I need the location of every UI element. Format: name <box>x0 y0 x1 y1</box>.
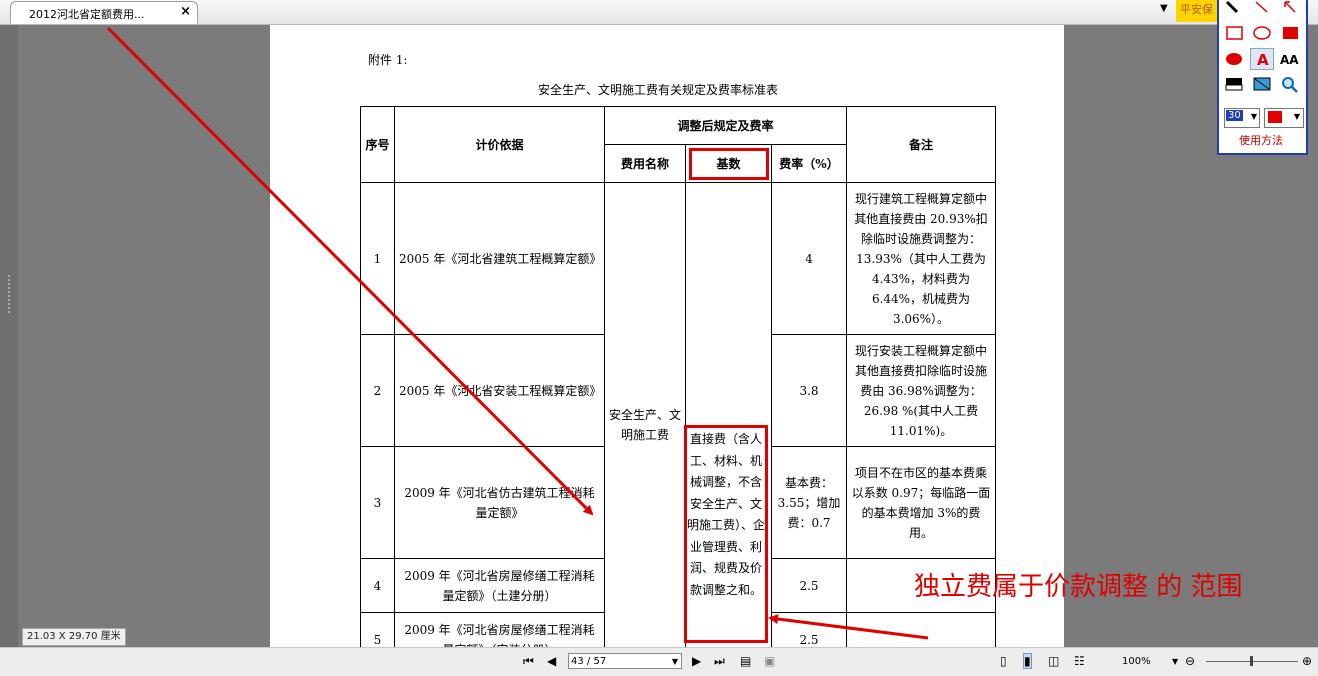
usage-link[interactable]: 使用方法 <box>1239 132 1283 148</box>
eraser-tool-icon[interactable] <box>1223 75 1245 95</box>
row-rate: 4 <box>771 182 847 335</box>
copy-page-icon[interactable]: ▣ <box>764 654 775 668</box>
color-swatch <box>1268 111 1282 123</box>
annotation-note: 独立费属于价款调整 的 范围 <box>914 572 1243 602</box>
row-basis: 2005 年《河北省建筑工程概算定额》 <box>394 182 605 335</box>
row-remark: 现行建筑工程概算定额中其他直接费由 20.93%扣除临时设施费调整为：13.93… <box>846 182 996 335</box>
last-page-icon[interactable]: ⏭ <box>714 654 725 669</box>
size-value: 30 <box>1226 110 1243 121</box>
screen-tool-icon[interactable] <box>1251 75 1273 95</box>
attachment-label: 附件 1: <box>368 53 408 67</box>
prev-page-icon[interactable]: ◀ <box>547 654 556 668</box>
pingan-banner[interactable]: 平安保 <box>1176 0 1222 22</box>
table-row: 1 2005 年《河北省建筑工程概算定额》 安全生产、文明施工费 4 现行建筑工… <box>360 182 996 667</box>
row-remark: 现行安装工程概算定额中其他直接费扣除临时设施费由 36.98%调整为： 26.9… <box>846 334 996 447</box>
document-tab[interactable]: 2012河北省定额费用... × <box>10 1 198 24</box>
header-fee-name: 费用名称 <box>604 144 686 183</box>
filled-ellipse-tool-icon[interactable] <box>1223 49 1245 69</box>
chevron-down-icon: ▼ <box>1250 112 1257 121</box>
text-size-tool-icon[interactable]: AA <box>1279 49 1301 69</box>
book-view-icon[interactable]: ☷ <box>1074 654 1085 668</box>
row-seq: 3 <box>360 446 395 559</box>
header-seq: 序号 <box>360 106 395 183</box>
zoom-slider-knob[interactable] <box>1250 656 1253 666</box>
first-page-icon[interactable]: ⏮ <box>523 654 534 669</box>
row-rate: 2.5 <box>771 558 847 613</box>
zoom-level[interactable]: 100% <box>1122 656 1151 667</box>
left-panel-strip[interactable] <box>0 25 18 647</box>
filled-rectangle-tool-icon[interactable] <box>1279 23 1301 43</box>
page-number-select[interactable]: 43 / 57 ▼ <box>568 653 682 669</box>
pen-tool-icon[interactable] <box>1223 0 1245 20</box>
page-indicator: 43 / 57 <box>571 656 607 667</box>
status-bar: ⏮ ◀ 43 / 57 ▼ ▶ ⏭ ▤ ▣ ▯ ▮ ◫ ☷ 100% ▼ ⊖ ⊕ <box>0 647 1318 676</box>
zoom-in-icon[interactable]: ⊕ <box>1302 654 1312 668</box>
next-page-icon[interactable]: ▶ <box>692 654 701 668</box>
document-page: 附件 1: 安全生产、文明施工费有关规定及费率标准表 序号 计价依据 调整后规定… <box>270 25 1064 667</box>
arrow-tool-icon[interactable] <box>1279 0 1301 20</box>
row-remark: 项目不在市区的基本费乘以系数 0.97；每临路一面的基本费增加 3%的费用。 <box>846 446 996 559</box>
row-seq: 4 <box>360 558 395 613</box>
magnifier-tool-icon[interactable] <box>1279 75 1301 95</box>
chevron-down-icon[interactable]: ▼ <box>1172 657 1178 666</box>
size-select[interactable]: 30 ▼ <box>1224 108 1260 128</box>
row-basis: 2009 年《河北省仿古建筑工程消耗量定额》 <box>394 446 605 559</box>
tab-bar: 2012河北省定额费用... × ▼ 平安保 <box>0 0 1318 25</box>
text-tool-icon[interactable]: A <box>1250 48 1274 70</box>
chevron-down-icon: ▼ <box>1293 112 1300 121</box>
page-size-badge: 21.03 X 29.70 厘米 <box>22 628 126 646</box>
tab-title[interactable]: 2012河北省定额费用... <box>29 6 144 22</box>
rectangle-tool-icon[interactable] <box>1223 23 1245 43</box>
single-page-icon[interactable]: ▯ <box>1000 654 1007 668</box>
header-base: 基数 <box>685 144 772 183</box>
drawing-toolbar: A AA 30 ▼ ▼ 使用方法 <box>1217 0 1308 155</box>
fee-table: 序号 计价依据 调整后规定及费率 备注 费用名称 基数 费率（%） 1 2005… <box>360 106 996 667</box>
header-adjusted: 调整后规定及费率 <box>604 106 847 145</box>
svg-text:AA: AA <box>1280 53 1299 67</box>
row-rate: 3.8 <box>771 334 847 447</box>
row-rate: 基本费：3.55；增加费：0.7 <box>771 446 847 559</box>
continuous-page-icon[interactable]: ▮ <box>1023 653 1032 669</box>
page-view-icon[interactable]: ▤ <box>740 654 751 668</box>
header-remark: 备注 <box>846 106 996 183</box>
document-title: 安全生产、文明施工费有关规定及费率标准表 <box>538 83 779 97</box>
merged-base-text: 直接费（含人工、材料、机械调整，不含安全生产、文明施工费）、企业管理费、利润、规… <box>686 432 765 597</box>
color-select[interactable]: ▼ <box>1264 108 1304 128</box>
merged-fee-name: 安全生产、文明施工费 <box>604 182 686 667</box>
close-icon[interactable]: × <box>180 4 191 19</box>
row-basis: 2009 年《河北省房屋修缮工程消耗量定额》（土建分册） <box>394 558 605 613</box>
two-page-icon[interactable]: ◫ <box>1048 654 1059 668</box>
tab-list-dropdown-icon[interactable]: ▼ <box>1160 3 1168 14</box>
header-basis: 计价依据 <box>394 106 605 183</box>
header-rate: 费率（%） <box>771 144 847 183</box>
row-seq: 1 <box>360 182 395 335</box>
line-tool-icon[interactable] <box>1251 0 1273 20</box>
row-seq: 2 <box>360 334 395 447</box>
zoom-out-icon[interactable]: ⊖ <box>1185 654 1195 668</box>
row-basis: 2005 年《河北省安装工程概算定额》 <box>394 334 605 447</box>
chevron-down-icon: ▼ <box>671 657 678 666</box>
ellipse-tool-icon[interactable] <box>1251 23 1273 43</box>
svg-text:A: A <box>1257 51 1269 69</box>
